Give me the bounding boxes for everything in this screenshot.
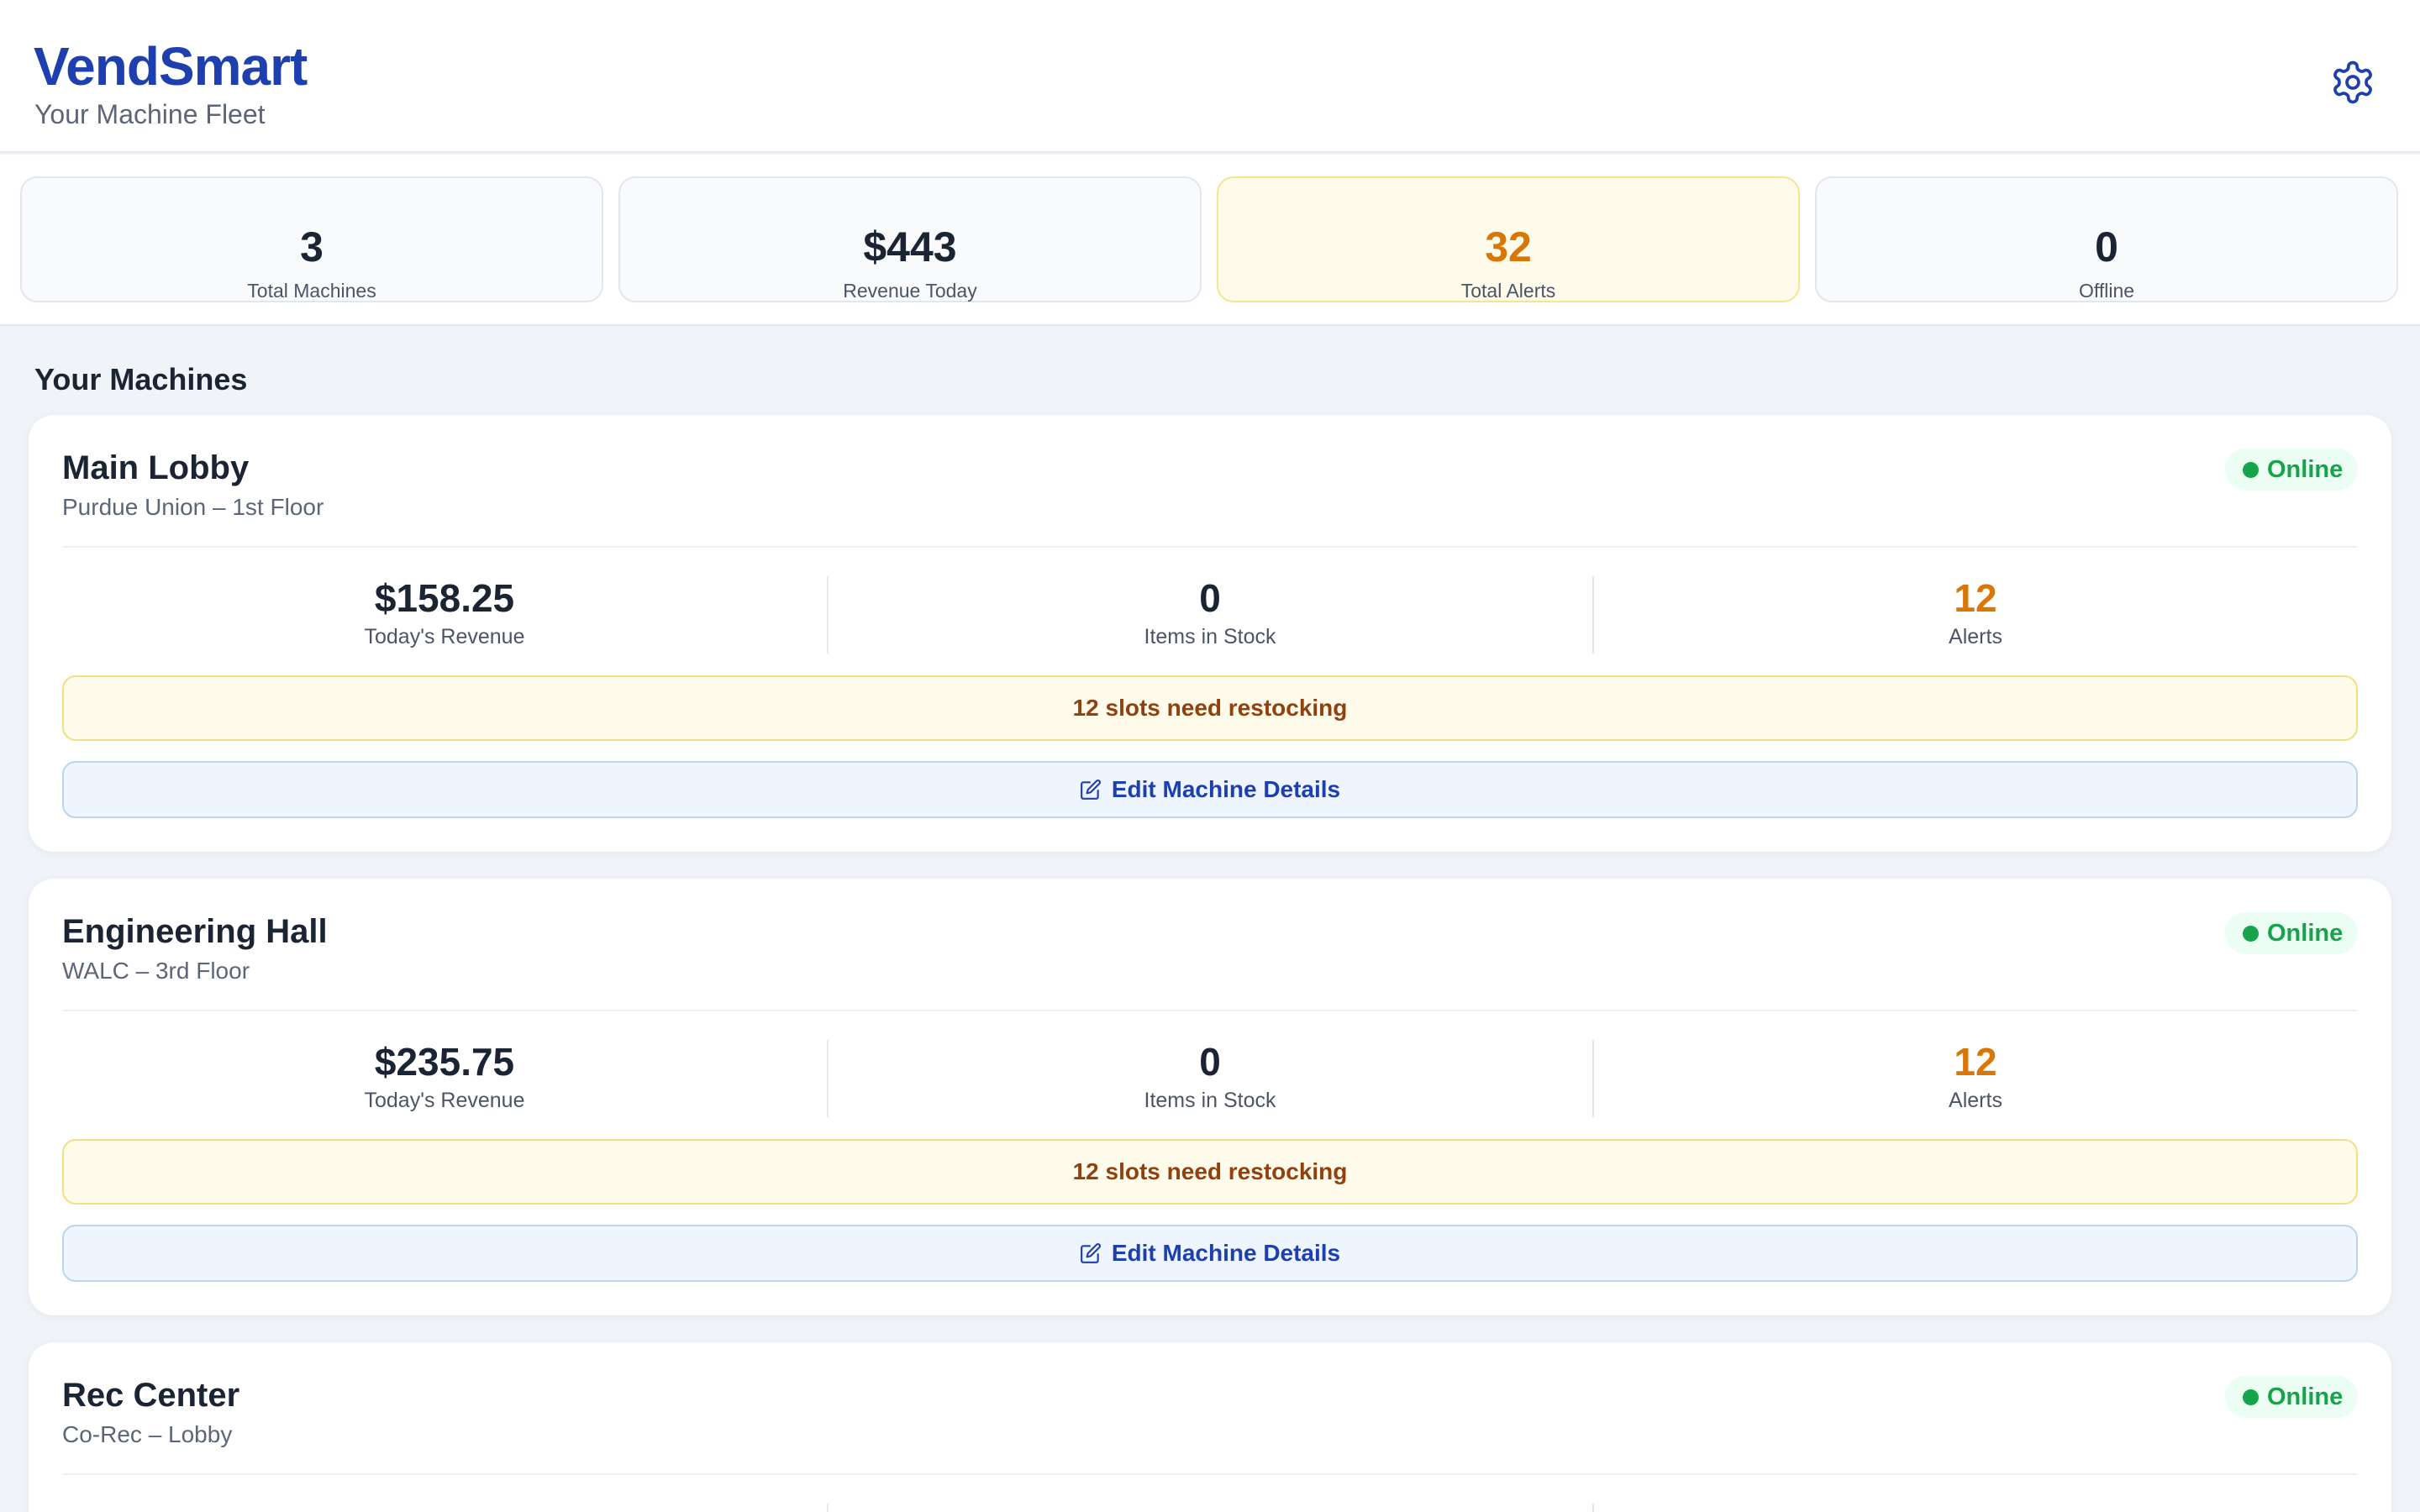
- stat-value: 32: [1485, 223, 1532, 270]
- metric-label: Items in Stock: [1144, 625, 1276, 648]
- status-label: Online: [2267, 920, 2344, 947]
- divider: [827, 1504, 829, 1512]
- stat-total-machines: 3 Total Machines: [20, 176, 603, 302]
- status-label: Online: [2267, 456, 2344, 483]
- machine-name: Rec Center: [62, 1377, 240, 1414]
- metric-label: Today's Revenue: [364, 1089, 525, 1112]
- metric-value: 12: [1954, 576, 1997, 620]
- edit-icon: [1080, 780, 1101, 800]
- status-badge: Online: [2225, 449, 2358, 491]
- edit-button-label: Edit Machine Details: [1111, 1240, 1341, 1266]
- divider: [62, 1010, 2358, 1011]
- app-title: VendSmart: [34, 36, 308, 97]
- stat-revenue-today: $443 Revenue Today: [618, 176, 1202, 302]
- edit-machine-button[interactable]: Edit Machine Details: [62, 1225, 2358, 1282]
- machine-name: Main Lobby: [62, 449, 250, 486]
- machine-name: Engineering Hall: [62, 913, 328, 950]
- stat-label: Offline: [2078, 280, 2135, 302]
- stat-label: Total Alerts: [1460, 280, 1556, 302]
- stat-total-alerts: 32 Total Alerts: [1217, 176, 1800, 302]
- metric-label: Today's Revenue: [364, 625, 525, 648]
- edit-machine-button[interactable]: Edit Machine Details: [62, 761, 2358, 818]
- metric-stock: 0 Items in Stock: [828, 575, 1592, 652]
- metric-label: Items in Stock: [1144, 1089, 1276, 1112]
- status-label: Online: [2267, 1383, 2344, 1410]
- app-header: VendSmart Your Machine Fleet: [0, 0, 2420, 153]
- metric-revenue: $158.25 Today's Revenue: [62, 575, 827, 652]
- machine-location: Co-Rec – Lobby: [62, 1421, 233, 1447]
- section-title: Your Machines: [34, 362, 248, 396]
- gear-icon[interactable]: [2329, 59, 2376, 106]
- divider: [1592, 1504, 1594, 1512]
- machine-card-main-lobby: Main Lobby Purdue Union – 1st Floor Onli…: [29, 415, 2391, 852]
- metric-alerts: 12 Alerts: [1593, 575, 2358, 652]
- status-dot-icon: [2243, 926, 2259, 942]
- machine-card-engineering-hall: Engineering Hall WALC – 3rd Floor Online…: [29, 879, 2391, 1315]
- restock-notice: 12 slots need restocking: [62, 1139, 2358, 1205]
- metric-value: 12: [1954, 1040, 1997, 1084]
- divider: [62, 546, 2358, 548]
- status-badge: Online: [2225, 912, 2358, 954]
- status-badge: Online: [2225, 1376, 2358, 1418]
- metric-revenue: $235.75 Today's Revenue: [62, 1038, 827, 1116]
- stat-offline: 0 Offline: [1815, 176, 2398, 302]
- metric-label: Alerts: [1949, 625, 2002, 648]
- stat-value: 3: [300, 223, 324, 270]
- status-dot-icon: [2243, 1389, 2259, 1405]
- metric-value: $235.75: [374, 1040, 515, 1084]
- app-subtitle: Your Machine Fleet: [34, 99, 266, 129]
- machine-location: WALC – 3rd Floor: [62, 958, 250, 984]
- machine-card-rec-center: Rec Center Co-Rec – Lobby Online: [29, 1342, 2391, 1512]
- metric-stock: 0 Items in Stock: [828, 1038, 1592, 1116]
- edit-button-label: Edit Machine Details: [1111, 776, 1341, 802]
- metric-label: Alerts: [1949, 1089, 2002, 1112]
- stat-value: $443: [863, 223, 957, 270]
- edit-icon: [1080, 1243, 1101, 1263]
- metric-value: $158.25: [374, 576, 515, 620]
- status-dot-icon: [2243, 462, 2259, 478]
- metric-alerts: 12 Alerts: [1593, 1038, 2358, 1116]
- summary-bar: 3 Total Machines $443 Revenue Today 32 T…: [0, 155, 2420, 326]
- restock-notice: 12 slots need restocking: [62, 675, 2358, 741]
- machine-location: Purdue Union – 1st Floor: [62, 494, 324, 520]
- metric-value: 0: [1199, 576, 1221, 620]
- stat-value: 0: [2095, 223, 2118, 270]
- divider: [62, 1473, 2358, 1475]
- stat-label: Revenue Today: [843, 280, 977, 302]
- stat-label: Total Machines: [247, 280, 376, 302]
- metric-value: 0: [1199, 1040, 1221, 1084]
